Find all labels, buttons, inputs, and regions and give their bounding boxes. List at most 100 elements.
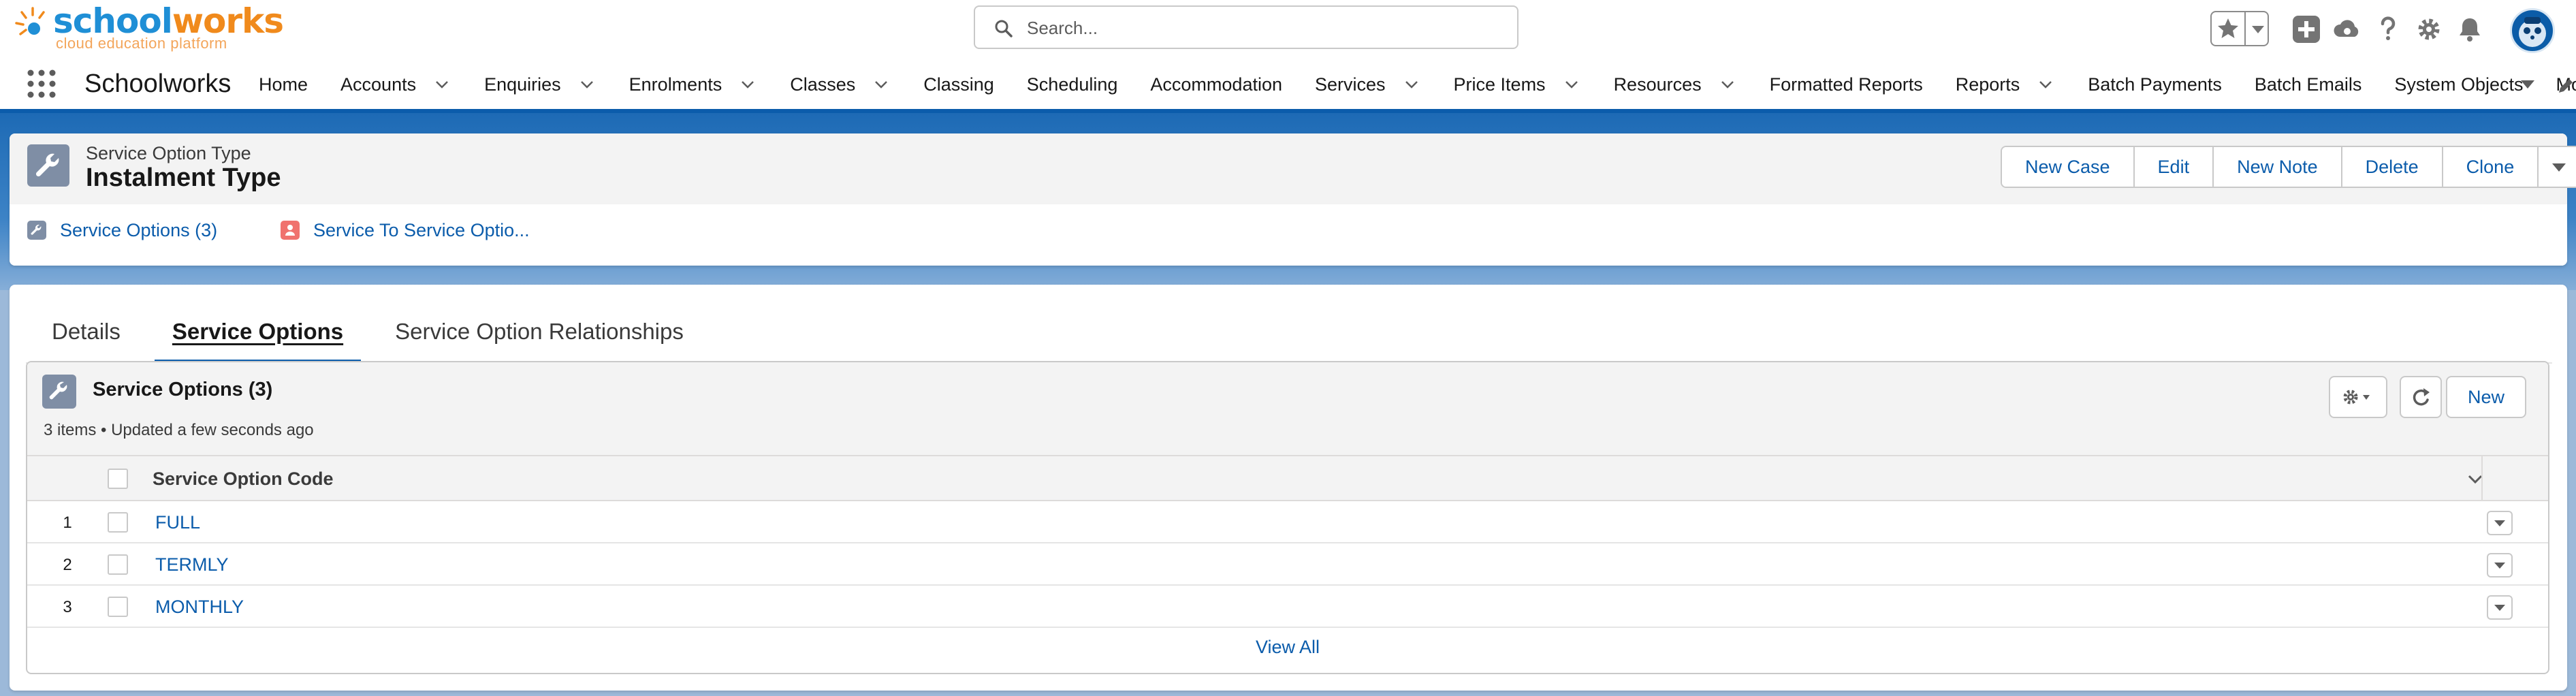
list-settings-button[interactable] <box>2329 376 2387 418</box>
column-divider <box>2481 456 2483 501</box>
search-input[interactable] <box>1027 15 1504 41</box>
chevron-down-icon[interactable] <box>1402 75 1421 94</box>
row-actions-button[interactable] <box>2487 553 2513 578</box>
table-header-row: Service Option Code <box>27 455 2548 501</box>
nav-item-enrolments[interactable]: Enrolments <box>629 56 758 113</box>
row-number: 1 <box>63 513 72 532</box>
clone-button[interactable]: Clone <box>2443 147 2539 187</box>
wrench-icon <box>27 221 46 240</box>
nav-item-label: Batch Payments <box>2088 74 2222 95</box>
wrench-icon <box>27 144 69 187</box>
nav-item-reports[interactable]: Reports <box>1956 56 2056 113</box>
nav-item-label: Classes <box>790 74 856 95</box>
related-link-label: Service Options (3) <box>60 219 218 240</box>
related-list-actions: New <box>2329 376 2526 418</box>
chevron-down-icon[interactable] <box>738 75 757 94</box>
record-tabs: Details Service Options Service Option R… <box>26 301 2552 364</box>
nav-item-accommodation[interactable]: Accommodation <box>1150 56 1282 113</box>
chevron-down-icon[interactable] <box>1562 75 1581 94</box>
bell-icon[interactable] <box>2454 14 2485 45</box>
row-actions-button[interactable] <box>2487 511 2513 535</box>
nav-item-scheduling[interactable]: Scheduling <box>1027 56 1118 113</box>
new-case-button[interactable]: New Case <box>2002 147 2135 187</box>
nav-item-price-items[interactable]: Price Items <box>1454 56 1581 113</box>
relationship-icon <box>281 221 300 240</box>
global-header: schoolworks cloud education platform <box>0 0 2576 56</box>
related-link-label: Service To Service Optio... <box>313 219 530 240</box>
nav-item-resources[interactable]: Resources <box>1614 56 1737 113</box>
more-actions-button[interactable] <box>2539 147 2576 187</box>
delete-button[interactable]: Delete <box>2342 147 2443 187</box>
edit-button[interactable]: Edit <box>2134 147 2214 187</box>
related-links-bar: Service Options (3) Service To Service O… <box>10 204 2567 266</box>
nav-item-label: Accommodation <box>1150 74 1282 95</box>
chevron-down-icon[interactable] <box>1718 75 1737 94</box>
nav-item-formatted-reports[interactable]: Formatted Reports <box>1770 56 1923 113</box>
nav-item-label: Accounts <box>340 74 417 95</box>
row-checkbox[interactable] <box>108 512 128 533</box>
gear-icon[interactable] <box>2413 14 2445 45</box>
nav-item-home[interactable]: Home <box>259 56 308 113</box>
edit-nav-icon[interactable] <box>2519 74 2574 98</box>
help-icon[interactable] <box>2372 14 2404 45</box>
schoolworks-logo[interactable]: schoolworks cloud education platform <box>14 1 284 52</box>
chevron-down-icon <box>2252 26 2264 33</box>
nav-item-system-objects[interactable]: System Objects <box>2394 56 2523 113</box>
nav-item-label: Enquiries <box>484 74 561 95</box>
nav-item-label: Home <box>259 74 308 95</box>
logo-tagline: cloud education platform <box>56 35 227 52</box>
tab-service-options[interactable]: Service Options <box>146 301 369 364</box>
wrench-glyph <box>31 224 42 235</box>
service-option-code-link[interactable]: FULL <box>155 512 200 533</box>
service-option-code-link[interactable]: MONTHLY <box>155 597 244 618</box>
main-card: Details Service Options Service Option R… <box>10 285 2567 691</box>
table-row: 1 FULL <box>27 501 2548 543</box>
row-checkbox[interactable] <box>108 597 128 617</box>
logo-burst-icon <box>15 7 45 35</box>
row-actions-button[interactable] <box>2487 595 2513 620</box>
new-note-button[interactable]: New Note <box>2214 147 2342 187</box>
related-list-title[interactable]: Service Options (3) <box>93 379 272 401</box>
related-list-header: Service Options (3) 3 items • Updated a … <box>27 362 2548 455</box>
nav-item-accounts[interactable]: Accounts <box>340 56 451 113</box>
app-launcher-icon[interactable] <box>26 68 57 99</box>
chevron-down-icon[interactable] <box>2036 75 2055 94</box>
chevron-down-icon <box>2494 563 2505 569</box>
cloud-icon[interactable] <box>2332 14 2363 45</box>
nav-item-label: Price Items <box>1453 74 1546 95</box>
related-link-service-to-service-option[interactable]: Service To Service Optio... <box>281 217 530 244</box>
refresh-button[interactable] <box>2400 376 2442 418</box>
favorites-button-group[interactable] <box>2210 11 2269 46</box>
avatar-image <box>2519 17 2546 47</box>
gear-icon <box>2343 390 2370 405</box>
nav-item-classes[interactable]: Classes <box>790 56 891 113</box>
new-service-option-button[interactable]: New <box>2446 376 2526 418</box>
nav-item-label: Reports <box>1955 74 2020 95</box>
related-link-service-options[interactable]: Service Options (3) <box>27 217 217 244</box>
nav-item-classing[interactable]: Classing <box>923 56 994 113</box>
chevron-down-icon[interactable] <box>872 75 891 94</box>
view-all-link[interactable]: View All <box>27 627 2548 667</box>
nav-item-services[interactable]: Services <box>1315 56 1421 113</box>
global-search[interactable] <box>974 5 1518 49</box>
service-option-code-link[interactable]: TERMLY <box>155 554 229 575</box>
favorites-menu-button[interactable] <box>2247 12 2269 45</box>
nav-item-label: Batch Emails <box>2254 74 2362 95</box>
nav-item-batch-emails[interactable]: Batch Emails <box>2255 56 2362 113</box>
column-header-service-option-code[interactable]: Service Option Code <box>153 469 334 490</box>
tab-service-option-relationships[interactable]: Service Option Relationships <box>369 301 710 362</box>
user-avatar[interactable] <box>2510 8 2555 53</box>
nav-item-label: Formatted Reports <box>1769 74 1923 95</box>
favorites-star-button[interactable] <box>2212 12 2246 45</box>
nav-item-enquiries[interactable]: Enquiries <box>484 56 597 113</box>
chevron-down-icon[interactable] <box>577 75 597 94</box>
select-all-checkbox[interactable] <box>108 469 128 489</box>
row-checkbox[interactable] <box>108 554 128 575</box>
tab-details[interactable]: Details <box>26 301 146 362</box>
nav-item-label: Scheduling <box>1026 74 1118 95</box>
search-icon <box>995 20 1013 37</box>
related-list-card: Service Options (3) 3 items • Updated a … <box>26 361 2549 674</box>
nav-item-batch-payments[interactable]: Batch Payments <box>2088 56 2222 113</box>
chevron-down-icon[interactable] <box>432 75 451 94</box>
add-icon[interactable] <box>2291 14 2322 45</box>
